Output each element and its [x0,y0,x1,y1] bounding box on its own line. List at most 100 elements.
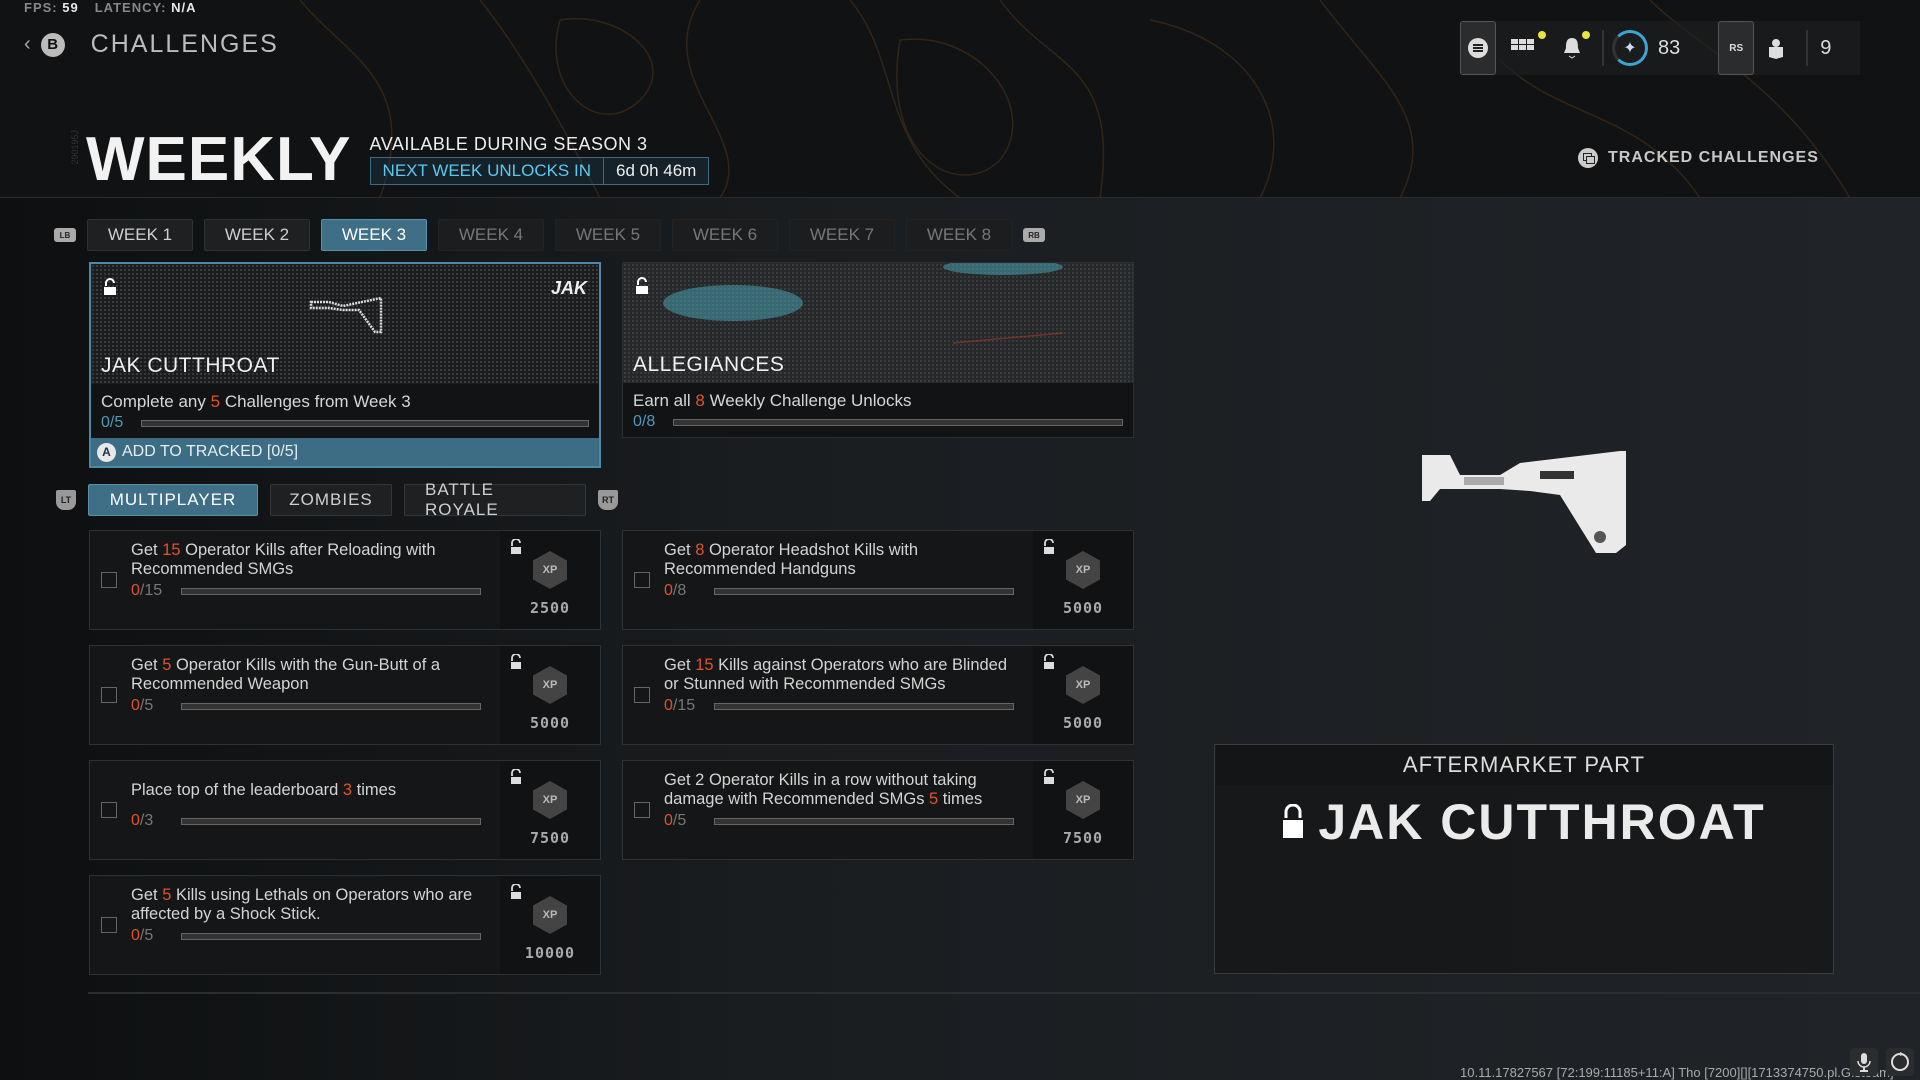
tab-zombies[interactable]: ZOMBIES [270,484,392,516]
rs-button[interactable]: RS [1718,21,1755,75]
jak-brand-icon: JAK [550,278,587,298]
challenge-description: Get 5 Kills using Lethals on Operators w… [131,886,473,923]
progress-count: 0/15 [664,697,696,714]
xp-amount: 7500 [529,829,571,847]
track-checkbox[interactable] [101,572,117,588]
rank-level[interactable]: ✦ 83 [1612,21,1680,75]
back-button[interactable]: ‹ B CHALLENGES [24,30,279,59]
xp-badge-icon: XP [1066,781,1100,819]
xp-reward: XP 7500 [1033,761,1133,859]
rank-emblem-icon: ✦ [1612,30,1648,66]
challenge-item[interactable]: Get 5 Operator Kills with the Gun-Butt o… [89,645,601,745]
tab-week-4[interactable]: WEEK 4 [438,219,544,251]
challenge-item[interactable]: Get 15 Kills against Operators who are B… [622,645,1134,745]
party-button[interactable] [1754,21,1798,75]
refresh-button[interactable] [1886,1048,1914,1076]
xp-amount: 2500 [529,599,571,617]
challenge-progress: 0/5 [131,927,492,945]
lt-trigger-icon[interactable]: LT [56,490,76,510]
challenge-item[interactable]: Get 2 Operator Kills in a row without ta… [622,760,1134,860]
stock-preview-image [1422,451,1626,553]
unlock-label: NEXT WEEK UNLOCKS IN [371,158,604,184]
reward-description: Complete any 5 Challenges from Week 3 [101,392,411,411]
reward-card-allegiances[interactable]: ALLEGIANCES Earn all 8 Weekly Challenge … [622,262,1134,438]
tab-week-7[interactable]: WEEK 7 [789,219,895,251]
tab-battle-royale[interactable]: BATTLE ROYALE [404,480,586,519]
challenge-progress: 0/5 [131,697,492,715]
tab-week-2[interactable]: WEEK 2 [204,219,310,251]
challenge-description: Get 15 Kills against Operators who are B… [664,656,1008,693]
latency-label: LATENCY: [94,0,167,15]
notifications-button[interactable] [1550,21,1594,75]
challenge-item[interactable]: Get 15 Operator Kills after Reloading wi… [89,530,601,630]
xp-reward: XP 5000 [1033,646,1133,744]
xp-amount: 10000 [524,944,576,962]
menu-button[interactable] [1460,21,1496,75]
progress-count: 0/5 [131,697,154,714]
lock-icon [511,539,521,554]
tracked-challenges-button[interactable]: TRACKED CHALLENGES [1578,148,1819,168]
performance-readout: FPS: 59 LATENCY: N/A [24,0,197,15]
challenge-progress: 0/3 [131,812,492,830]
tab-week-3[interactable]: WEEK 3 [321,219,427,251]
progress-count: 0/8 [664,582,687,599]
tab-week-1[interactable]: WEEK 1 [87,219,193,251]
notification-dot [1538,31,1546,39]
progress-bar [181,817,481,825]
track-checkbox[interactable] [634,572,650,588]
tab-week-8[interactable]: WEEK 8 [906,219,1012,251]
track-checkbox[interactable] [101,802,117,818]
challenge-progress: 0/15 [131,582,492,600]
xp-reward: XP 7500 [500,761,600,859]
track-checkbox[interactable] [634,802,650,818]
progress-count: 0/3 [131,812,154,829]
xp-reward: XP 5000 [500,646,600,744]
reward-card-jak-cutthroat[interactable]: JAK JAK CUTTHROAT Complete any 5 Challen… [89,262,601,468]
item-category: AFTERMARKET PART [1215,745,1833,785]
item-detail-panel: AFTERMARKET PART JAK CUTTHROAT [1214,744,1834,974]
xp-badge-icon: XP [533,551,567,589]
section-title: WEEKLY [86,125,352,194]
bell-icon [1564,38,1580,59]
challenge-progress: 0/8 [664,582,1025,600]
voice-chat-button[interactable] [1850,1048,1878,1076]
party-count: 9 [1820,36,1832,59]
reward-name: ALLEGIANCES [633,353,785,376]
progress-bar [714,817,1014,825]
item-name: JAK CUTTHROAT [1318,794,1766,850]
lock-icon [511,654,521,669]
add-to-tracked-button[interactable]: A ADD TO TRACKED [0/5] [91,438,599,466]
microphone-icon [1857,1053,1871,1072]
top-bar: ✦ 83 RS 9 [1460,21,1860,75]
xp-badge-icon: XP [533,781,567,819]
track-checkbox[interactable] [634,687,650,703]
tab-multiplayer[interactable]: MULTIPLAYER [88,484,258,516]
rb-bumper-icon[interactable]: RB [1023,228,1045,242]
tab-week-5[interactable]: WEEK 5 [555,219,661,251]
lock-icon [1044,654,1054,669]
progress-count: 0/5 [664,812,687,829]
fps-label: FPS: [24,0,58,15]
reward-art: JAK JAK CUTTHROAT [91,264,599,384]
progress-bar [181,702,481,710]
lock-icon [511,769,521,784]
lb-bumper-icon[interactable]: LB [54,228,76,242]
track-checkbox[interactable] [101,687,117,703]
reward-progress: 0/5 [91,414,599,438]
challenge-item[interactable]: Get 5 Kills using Lethals on Operators w… [89,875,601,975]
b-button-icon: B [40,32,65,57]
grid-button[interactable] [1496,21,1550,75]
tab-week-6[interactable]: WEEK 6 [672,219,778,251]
challenge-description: Place top of the leaderboard 3 times [131,780,397,799]
challenge-item[interactable]: Place top of the leaderboard 3 times 0/3… [89,760,601,860]
lock-icon [1044,769,1054,784]
reward-progress: 0/8 [623,413,1133,437]
bottom-divider [88,992,1920,994]
fps-value: 59 [62,0,79,15]
lock-icon [511,884,521,899]
rt-trigger-icon[interactable]: RT [598,490,618,510]
track-checkbox[interactable] [101,917,117,933]
challenge-item[interactable]: Get 8 Operator Headshot Kills with Recom… [622,530,1134,630]
xp-amount: 5000 [1062,599,1104,617]
progress-count: 0/8 [633,413,656,430]
